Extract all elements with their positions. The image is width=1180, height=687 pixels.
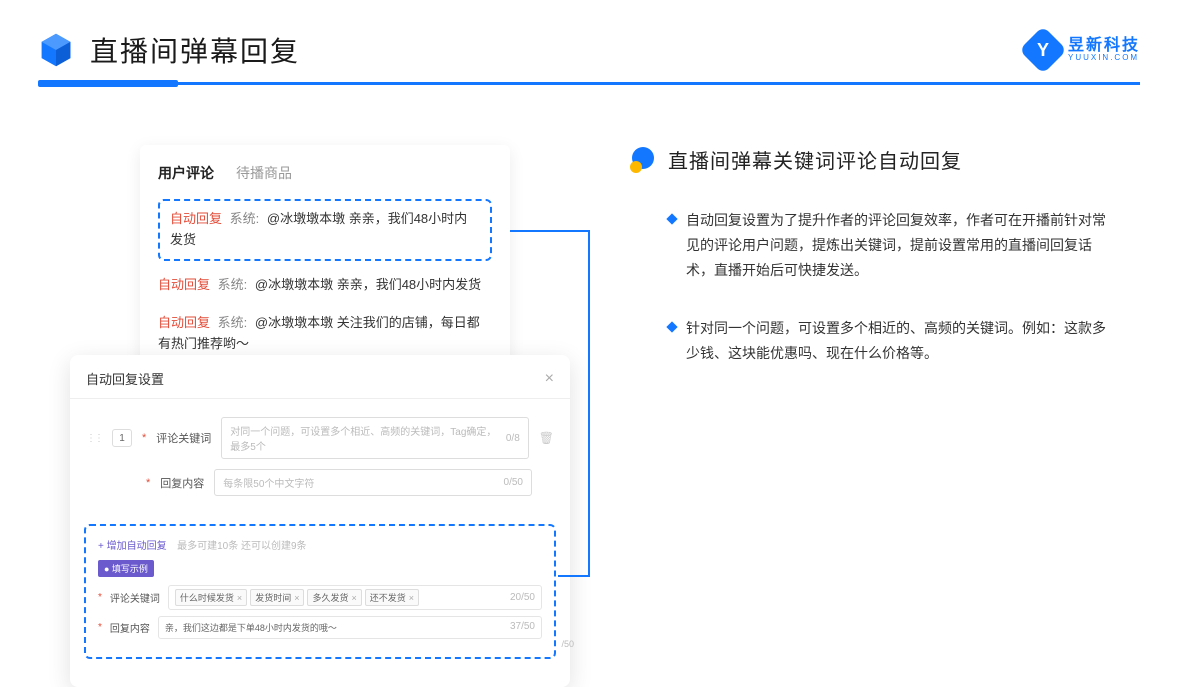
- connector-line: [588, 230, 590, 575]
- example-content-row: * 回复内容 亲，我们这边都是下单48小时内发货的哦～ 37/50: [98, 616, 542, 639]
- index-number: 1: [112, 429, 132, 447]
- page-title: 直播间弹幕回复: [90, 30, 300, 70]
- tag-chip[interactable]: 什么时候发货×: [175, 589, 247, 606]
- example-tags-input[interactable]: 什么时候发货× 发货时间× 多久发货× 还不发货× 20/50: [168, 585, 542, 610]
- auto-reply-tag: 自动回复: [170, 211, 222, 226]
- keyword-form-row: ⋮⋮ 1 * 评论关键词 对同一个问题，可设置多个相近、高频的关键词，Tag确定…: [86, 417, 554, 459]
- tag-chip[interactable]: 还不发货×: [365, 589, 419, 606]
- auto-reply-settings-modal: 自动回复设置 × ⋮⋮ 1 * 评论关键词 对同一个问题，可设置多个相近、高频的…: [70, 355, 570, 687]
- required-star: *: [142, 432, 146, 444]
- tab-user-comments[interactable]: 用户评论: [158, 163, 214, 183]
- content-input[interactable]: 每条限50个中文字符 0/50: [214, 469, 532, 496]
- brand-y-icon: [1019, 26, 1067, 74]
- add-hint-text: 最多可建10条 还可以创建9条: [177, 541, 306, 552]
- section-title: 直播间弹幕关键词评论自动回复: [668, 145, 962, 174]
- comment-row: 自动回复 系统: @冰墩墩本墩 亲亲，我们48小时内发货: [158, 271, 492, 300]
- screenshot-illustration: 用户评论 待播商品 自动回复 系统: @冰墩墩本墩 亲亲，我们48小时内发货 自…: [70, 135, 570, 398]
- connector-line: [558, 575, 590, 577]
- brand-logo: 昱新科技 YUUXIN.COM: [1026, 33, 1140, 67]
- cube-logo-icon: [38, 32, 74, 68]
- content-label: 回复内容: [160, 475, 204, 491]
- chat-bubble-icon: [630, 147, 656, 173]
- bullet-text: 自动回复设置为了提升作者的评论回复效率，作者可在开播前针对常见的评论用户问题，提…: [686, 208, 1116, 284]
- add-auto-reply-link[interactable]: + 增加自动回复: [98, 541, 167, 552]
- page-header: 直播间弹幕回复 昱新科技 YUUXIN.COM: [0, 0, 1180, 70]
- description-column: 直播间弹幕关键词评论自动回复 自动回复设置为了提升作者的评论回复效率，作者可在开…: [630, 135, 1140, 398]
- keyword-label: 评论关键词: [156, 430, 211, 446]
- bullet-item: 针对同一个问题，可设置多个相近的、高频的关键词。例如：这款多少钱、这块能优惠吗、…: [630, 316, 1140, 366]
- keyword-input[interactable]: 对同一个问题，可设置多个相近、高频的关键词，Tag确定，最多5个 0/8: [221, 417, 528, 459]
- header-divider: [38, 82, 1140, 85]
- connector-line: [510, 230, 590, 232]
- modal-title: 自动回复设置: [86, 369, 164, 388]
- diamond-bullet-icon: [666, 321, 677, 332]
- close-icon[interactable]: ×: [545, 370, 554, 388]
- section-heading: 直播间弹幕关键词评论自动回复: [630, 145, 1140, 174]
- example-badge: ● 填写示例: [98, 560, 154, 577]
- delete-icon[interactable]: 🗑: [539, 431, 554, 445]
- system-tag: 系统:: [230, 211, 260, 226]
- tag-chip[interactable]: 发货时间×: [250, 589, 304, 606]
- example-keyword-row: * 评论关键词 什么时候发货× 发货时间× 多久发货× 还不发货× 20/50: [98, 585, 542, 610]
- brand-name-cn: 昱新科技: [1068, 38, 1140, 54]
- bullet-text: 针对同一个问题，可设置多个相近的、高频的关键词。例如：这款多少钱、这块能优惠吗、…: [686, 316, 1116, 366]
- comment-row: 自动回复 系统: @冰墩墩本墩 关注我们的店铺，每日都有热门推荐哟～: [158, 309, 492, 359]
- example-content-input[interactable]: 亲，我们这边都是下单48小时内发货的哦～ 37/50: [158, 616, 542, 639]
- tab-pending-products[interactable]: 待播商品: [236, 163, 292, 183]
- comment-row-highlighted: 自动回复 系统: @冰墩墩本墩 亲亲，我们48小时内发货: [158, 199, 492, 261]
- drag-handle-icon[interactable]: ⋮⋮: [86, 433, 102, 444]
- diamond-bullet-icon: [666, 213, 677, 224]
- tag-chip[interactable]: 多久发货×: [307, 589, 361, 606]
- content-form-row: * 回复内容 每条限50个中文字符 0/50: [86, 469, 554, 496]
- brand-name-en: YUUXIN.COM: [1068, 54, 1140, 62]
- bullet-item: 自动回复设置为了提升作者的评论回复效率，作者可在开播前针对常见的评论用户问题，提…: [630, 208, 1140, 284]
- outer-counter: /50: [561, 639, 574, 649]
- example-highlight-block: + 增加自动回复 最多可建10条 还可以创建9条 ● 填写示例 * 评论关键词 …: [84, 524, 556, 659]
